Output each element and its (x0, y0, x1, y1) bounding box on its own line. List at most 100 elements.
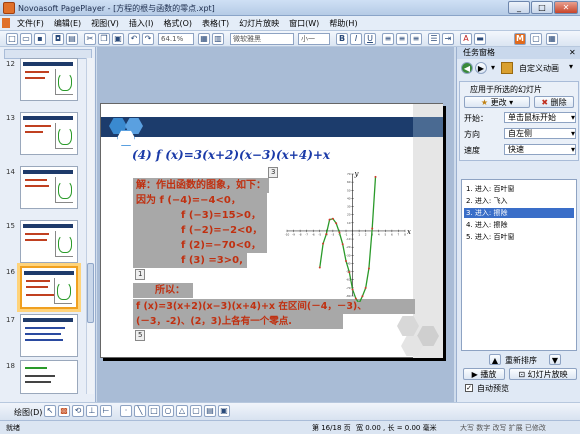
home-icon[interactable] (501, 62, 513, 74)
undo-icon[interactable]: ↶ (128, 33, 140, 45)
textbox-icon[interactable]: ▤ (204, 405, 216, 417)
align-center-icon[interactable]: ≡ (396, 33, 408, 45)
font-size-select[interactable]: 小一 (298, 33, 330, 45)
cut-icon[interactable]: ✂ (84, 33, 96, 45)
menu-insert[interactable]: 插入(I) (124, 18, 159, 29)
underline-icon[interactable]: U (364, 33, 376, 45)
x-tick-label: -9 (292, 232, 295, 236)
curve-point (322, 242, 325, 245)
apply-label: 应用于所选的幻灯片 (470, 85, 542, 94)
chevron-down-icon[interactable]: ▾ (569, 62, 573, 71)
pattern-icon[interactable]: ▩ (58, 405, 70, 417)
menu-table[interactable]: 表格(T) (197, 18, 234, 29)
indent-icon[interactable]: ⇥ (442, 33, 454, 45)
paste-icon[interactable]: ▣ (112, 33, 124, 45)
thumbnail-scrollbar[interactable] (86, 58, 94, 394)
slide-thumbnail[interactable] (20, 58, 78, 101)
menu-slideshow[interactable]: 幻灯片放映 (234, 18, 284, 29)
slide-icon[interactable]: ▢ (530, 33, 542, 45)
slideshow-button[interactable]: ⊡ 幻灯片放映 (509, 368, 577, 380)
redo-icon[interactable]: ↷ (142, 33, 154, 45)
align-left-icon[interactable]: ≡ (382, 33, 394, 45)
menu-window[interactable]: 窗口(W) (284, 18, 324, 29)
image-icon[interactable]: ▣ (218, 405, 230, 417)
ellipse-icon[interactable]: ○ (162, 405, 174, 417)
animation-item-selected[interactable]: 3. 进入: 擦除 (464, 208, 574, 218)
menu-file[interactable]: 文件(F) (12, 18, 49, 29)
forward-icon[interactable]: ▶ (475, 62, 487, 74)
align-right-icon[interactable]: ≡ (410, 33, 422, 45)
y-tick-label: 50 (347, 188, 351, 192)
connector-icon[interactable]: ⊢ (100, 405, 112, 417)
bold-icon[interactable]: B (336, 33, 348, 45)
slide-thumbnail[interactable] (20, 360, 78, 394)
curve-point (361, 295, 364, 298)
font-color-icon[interactable]: A (460, 33, 472, 45)
rectangle-icon[interactable]: □ (148, 405, 160, 417)
font-name-select[interactable]: 微软雅黑 (230, 33, 294, 45)
x-tick-label: 2 (365, 232, 367, 236)
slide-thumbnail-selected[interactable] (20, 266, 78, 309)
highlight-icon[interactable]: ▬ (474, 33, 486, 45)
move-down-icon[interactable]: ▼ (549, 354, 561, 365)
animation-item[interactable]: 1. 进入: 百叶窗 (464, 184, 574, 194)
open-icon[interactable]: ▭ (20, 33, 32, 45)
thumb-number: 18 (6, 362, 15, 370)
list-icon[interactable]: ☰ (428, 33, 440, 45)
speed-select[interactable]: 快速 ▾ (504, 144, 576, 155)
italic-icon[interactable]: I (350, 33, 362, 45)
new-icon[interactable]: □ (6, 33, 18, 45)
x-tick-label: 0 (352, 232, 354, 236)
m-icon[interactable]: M (514, 33, 526, 45)
animation-list[interactable]: 1. 进入: 百叶窗 2. 进入: 飞入 3. 进入: 擦除 4. 进入: 擦除… (461, 179, 577, 351)
table-icon[interactable]: ▥ (212, 33, 224, 45)
close-icon[interactable]: ✕ (569, 48, 576, 57)
animation-item[interactable]: 4. 进入: 擦除 (464, 220, 574, 230)
slide-thumbnail[interactable] (20, 166, 78, 209)
back-icon[interactable]: ◀ (461, 62, 473, 74)
rotate-icon[interactable]: ⟲ (72, 405, 84, 417)
dropdown-icon[interactable]: ▾ (491, 63, 495, 72)
y-tick-label: -30 (346, 253, 351, 257)
menu-edit[interactable]: 编辑(E) (49, 18, 86, 29)
menu-help[interactable]: 帮助(H) (324, 18, 362, 29)
animation-item[interactable]: 2. 进入: 飞入 (464, 196, 574, 206)
play-button[interactable]: ▶ 播放 (463, 368, 505, 380)
direction-select[interactable]: 自左侧 ▾ (504, 128, 576, 139)
close-button[interactable]: ✕ (554, 1, 578, 14)
layout-icon[interactable]: ▦ (546, 33, 558, 45)
animation-item[interactable]: 5. 进入: 百叶窗 (464, 232, 574, 242)
zoom-select[interactable]: 64.1% (158, 33, 194, 45)
move-up-icon[interactable]: ▲ (489, 354, 501, 365)
line-icon[interactable]: ╲ (134, 405, 146, 417)
delete-button[interactable]: ✖ 删除 (534, 96, 574, 108)
select-icon[interactable]: ↖ (44, 405, 56, 417)
align-icon[interactable]: ⊥ (86, 405, 98, 417)
slide[interactable]: (4) f (x)=3(x+2)(x−3)(x+4)+x 3 解：作出函数的图象… (100, 103, 443, 358)
minimize-button[interactable]: _ (508, 1, 530, 14)
eq-line-4: f (2)=−70<0， (133, 238, 267, 253)
start-select[interactable]: 单击鼠标开始 ▾ (504, 112, 576, 123)
triangle-icon[interactable]: △ (176, 405, 188, 417)
slide-thumbnail[interactable] (20, 314, 78, 357)
toolbar: □ ▭ ▪ ◘ ▤ ✂ ❐ ▣ ↶ ↷ 64.1% ▦ ▥ 微软雅黑 小一 B … (0, 31, 580, 47)
maximize-button[interactable]: □ (531, 1, 553, 14)
copy-icon[interactable]: ❐ (98, 33, 110, 45)
change-button[interactable]: ★ 更改 ▾ (464, 96, 530, 108)
curve-point (354, 297, 357, 300)
grid-icon[interactable]: ▦ (198, 33, 210, 45)
eq-line-2: f (−3)=15>0， (133, 208, 267, 223)
save-icon[interactable]: ▪ (34, 33, 46, 45)
box-icon[interactable]: ▢ (190, 405, 202, 417)
print-icon[interactable]: ◘ (52, 33, 64, 45)
slide-thumbnail[interactable] (20, 220, 78, 263)
slide-thumbnail[interactable] (20, 112, 78, 155)
coordinates: 宽 0.00 , 长 = 0.00 毫米 (356, 424, 437, 432)
slide-title-bar (101, 117, 413, 137)
dot-icon[interactable]: · (120, 405, 132, 417)
drawing-menu[interactable]: 绘图(D) (14, 407, 42, 418)
preview-icon[interactable]: ▤ (66, 33, 78, 45)
menu-view[interactable]: 视图(V) (86, 18, 124, 29)
menu-format[interactable]: 格式(O) (158, 18, 197, 29)
autopreview-checkbox[interactable]: ✓ (465, 384, 473, 392)
